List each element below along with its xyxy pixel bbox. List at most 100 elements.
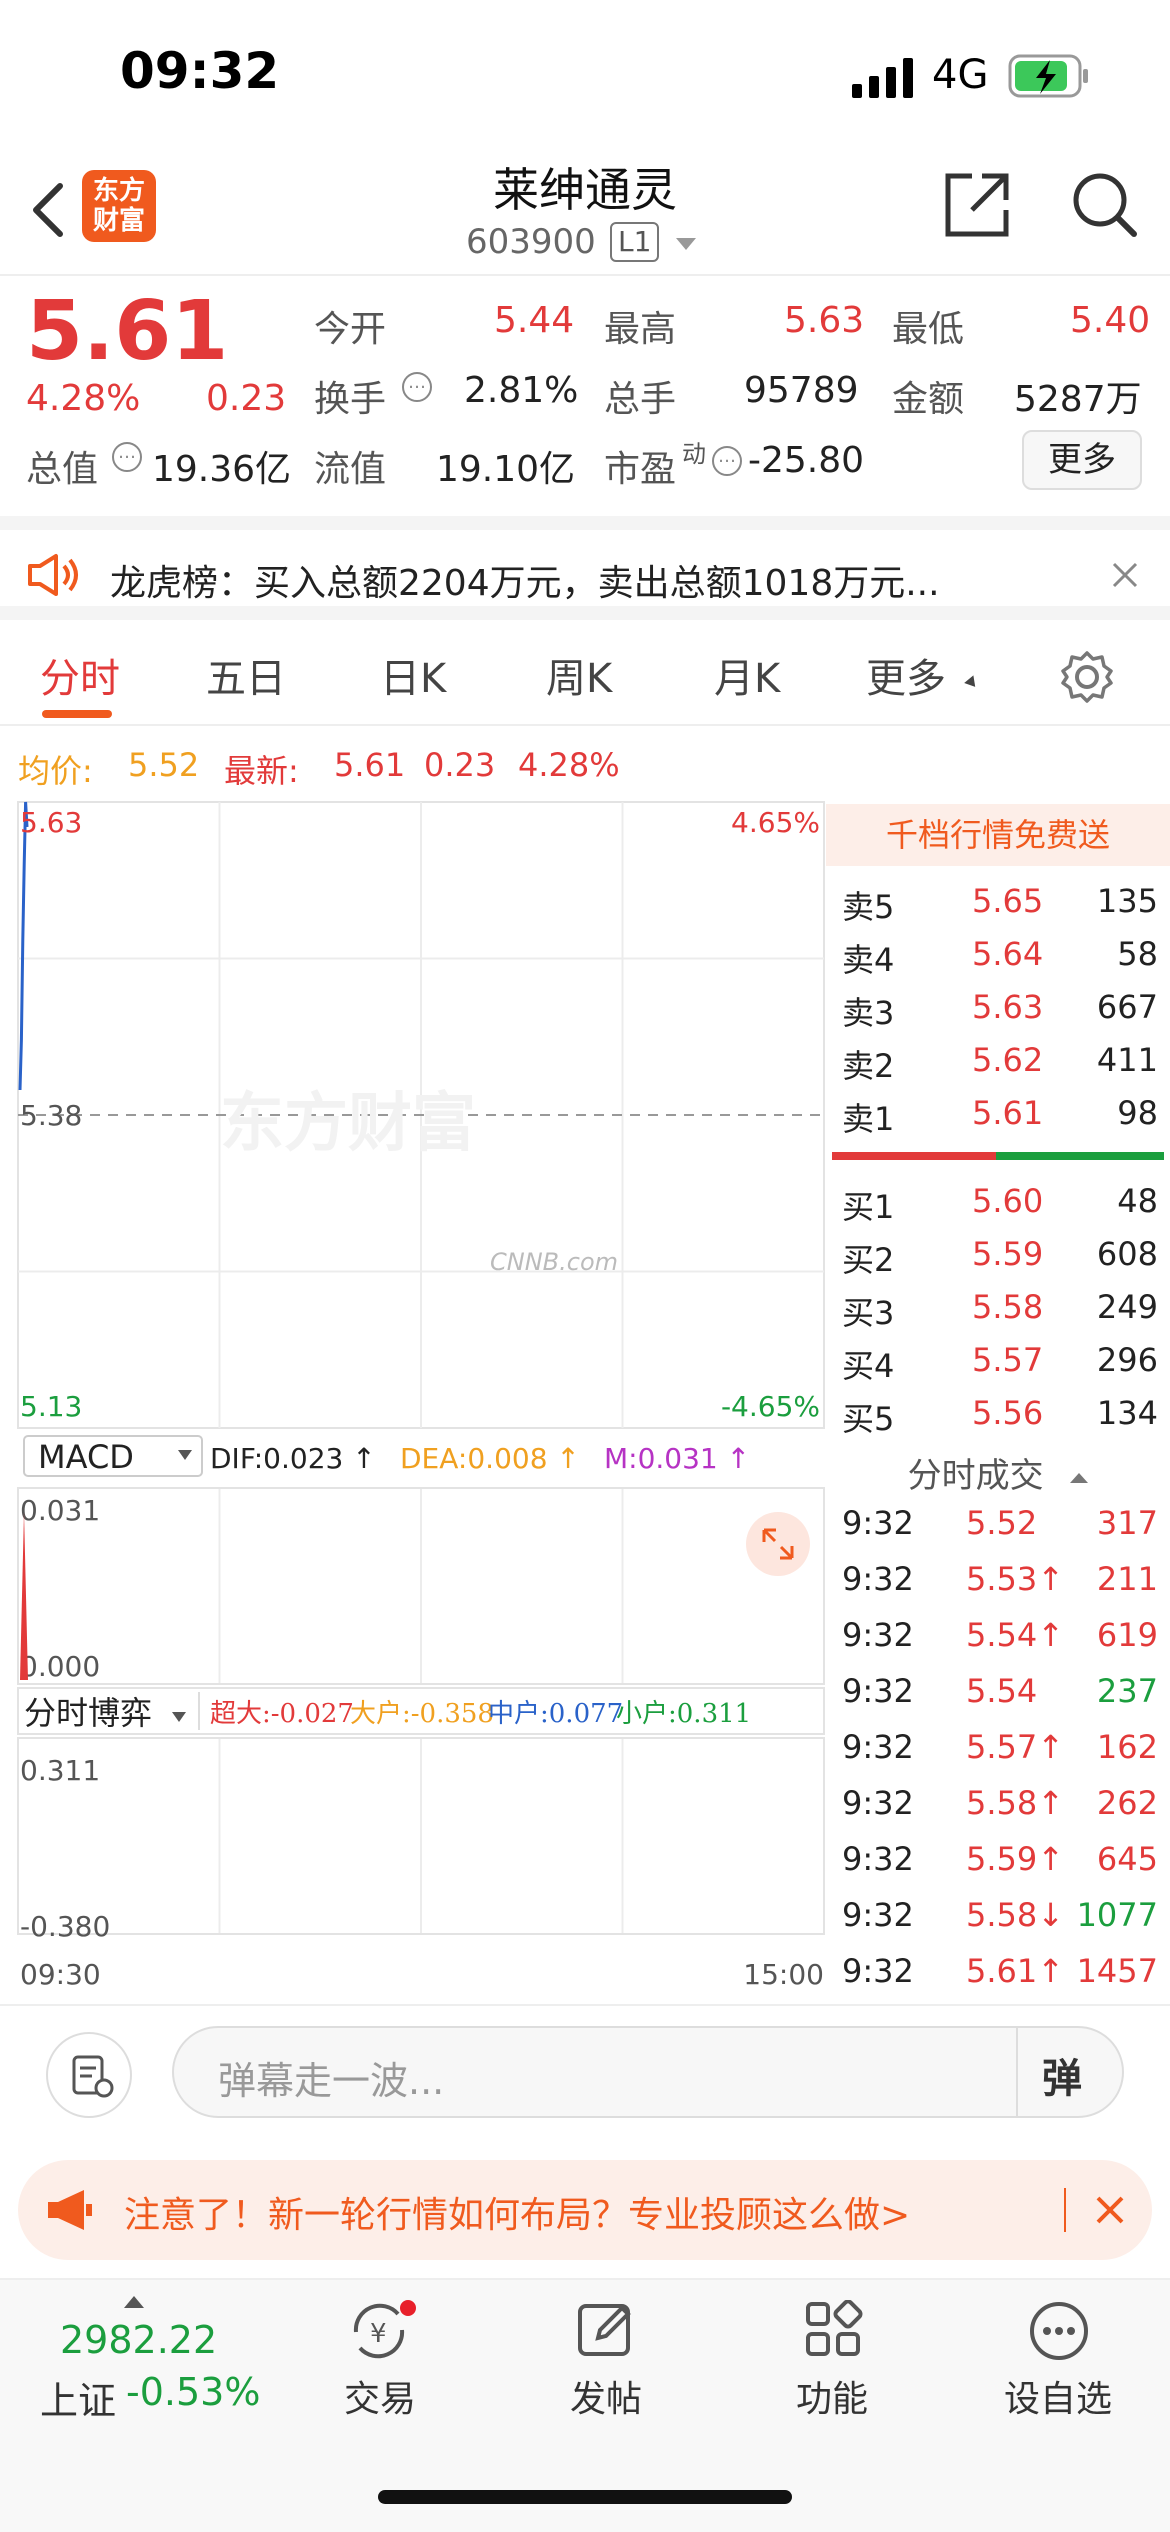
bid-volume: 134 [1096, 1394, 1158, 1432]
avg-value: 5.52 [128, 746, 200, 784]
bid-row: 买3 5.58 249 [826, 1288, 1170, 1340]
trade-time: 9:32 [842, 1896, 914, 1934]
trade-row: 9:32 5.59↑ 645 [826, 1840, 1170, 1896]
share-icon[interactable] [942, 170, 1012, 240]
flow-bottom-value: -0.380 [20, 1910, 110, 1943]
ask-price: 5.64 [972, 935, 1044, 973]
status-time: 09:32 [120, 42, 280, 100]
bid-level: 买2 [842, 1241, 895, 1279]
bid-volume: 608 [1096, 1235, 1158, 1273]
amount-label: 金额 [892, 379, 965, 420]
macd-bar [20, 1512, 28, 1680]
chart-area: 东方财富 CNNB.com 5.63 5.38 5.13 4.65% -4.65… [0, 800, 1170, 2000]
tab-five-day[interactable]: 五日 [206, 646, 286, 704]
ask-level: 卖3 [842, 994, 895, 1032]
trade-price: 5.61↑ [966, 1952, 1065, 1990]
tab-more-caret-icon [964, 675, 980, 691]
search-icon[interactable] [1070, 170, 1140, 240]
float-value: 19.10亿 [436, 449, 576, 490]
close-icon[interactable] [1096, 2196, 1124, 2224]
ask-row: 卖5 5.65 135 [826, 882, 1170, 934]
bid-row: 买5 5.56 134 [826, 1394, 1170, 1446]
tab-weekly-k[interactable]: 周K [546, 646, 612, 704]
level-dropdown-icon[interactable] [676, 238, 696, 250]
flow-small: 小户:0.311 [616, 1699, 751, 1729]
danmu-input[interactable]: 弹幕走一波... 弹 [172, 2026, 1124, 2118]
tab-monthly-k[interactable]: 月K [714, 646, 780, 704]
notes-button[interactable] [46, 2032, 132, 2118]
ask-level: 卖4 [842, 941, 895, 979]
flow-label[interactable]: 分时博弈 [24, 1694, 152, 1732]
trade-volume: 1457 [1076, 1952, 1158, 1990]
open-value: 5.44 [494, 300, 575, 341]
bid-level: 买4 [842, 1347, 895, 1385]
y-tick-mid: 5.38 [20, 1099, 82, 1132]
ask-row: 卖3 5.63 667 [826, 988, 1170, 1040]
latest-label: 最新: [224, 752, 299, 790]
signal-icon [852, 58, 913, 98]
ask-strength-bar [832, 1152, 996, 1160]
ad-banner[interactable]: 注意了！新一轮行情如何布局？专业投顾这么做> [18, 2160, 1152, 2260]
trade-price: 5.58↑ [966, 1784, 1065, 1822]
info-icon[interactable]: … [112, 442, 142, 472]
info-icon[interactable]: … [402, 372, 432, 402]
promo-banner[interactable]: 千档行情免费送 [826, 804, 1170, 866]
trade-volume: 317 [1096, 1504, 1158, 1542]
trades-title[interactable]: 分时成交 [826, 1448, 1170, 1497]
quote-panel: 5.61 4.28% 0.23 总值 … 19.36亿 今开 5.44 最高 5… [0, 278, 1170, 514]
comment-bar: 弹幕走一波... 弹 [0, 2004, 1170, 2134]
notice-text: 龙虎榜：买入总额2204万元，卖出总额1018万元... [110, 563, 940, 604]
trade-price: 5.57↑ [966, 1728, 1065, 1766]
intraday-chart[interactable]: 东方财富 CNNB.com 5.63 5.38 5.13 4.65% -4.65… [0, 800, 826, 2000]
trade-row: 9:32 5.52 317 [826, 1504, 1170, 1560]
trade-row: 9:32 5.53↑ 211 [826, 1560, 1170, 1616]
high-value: 5.63 [784, 300, 865, 341]
bid-level: 买3 [842, 1294, 895, 1332]
danmu-toggle-icon[interactable]: 弹 [1042, 2046, 1082, 2104]
low-label: 最低 [892, 309, 965, 350]
tab-daily-k[interactable]: 日K [380, 646, 446, 704]
float-label: 流值 [314, 449, 387, 490]
expand-button[interactable] [746, 1512, 810, 1576]
nav-trade-label: 交易 [343, 2379, 416, 2420]
trade-time: 9:32 [842, 1784, 914, 1822]
y-tick-right-top: 4.65% [731, 806, 820, 839]
low-value: 5.40 [1070, 300, 1151, 341]
status-bar: 09:32 4G [0, 0, 1170, 140]
info-icon[interactable]: … [712, 446, 742, 476]
change-percent: 4.28% [26, 378, 141, 419]
more-dots-icon [1030, 2302, 1088, 2360]
settings-gear-icon[interactable] [1060, 650, 1114, 704]
flow-divider [198, 1692, 200, 1730]
index-ticker[interactable]: 2982.22 上证 -0.53% [0, 2280, 270, 2430]
tab-more[interactable]: 更多 [866, 646, 946, 704]
battery-icon [1008, 54, 1088, 98]
latest-value: 5.61 [334, 746, 406, 784]
bid-price: 5.58 [972, 1288, 1044, 1326]
functions-grid-icon [806, 2300, 863, 2356]
ask-row: 卖1 5.61 98 [826, 1094, 1170, 1146]
trade-time: 9:32 [842, 1672, 914, 1710]
notice-bar[interactable]: 龙虎榜：买入总额2204万元，卖出总额1018万元... [0, 516, 1170, 620]
bid-row: 买2 5.59 608 [826, 1235, 1170, 1287]
svg-text:¥: ¥ [370, 2319, 387, 2349]
pe-value: -25.80 [748, 440, 865, 481]
macd-top-value: 0.031 [20, 1494, 100, 1527]
latest-change: 0.23 [424, 746, 496, 784]
trade-volume: 211 [1096, 1560, 1158, 1598]
tab-intraday[interactable]: 分时 [40, 646, 120, 704]
trade-row: 9:32 5.58↓ 1077 [826, 1896, 1170, 1952]
close-icon[interactable] [1112, 562, 1138, 588]
trade-volume: 645 [1096, 1840, 1158, 1878]
notes-icon [72, 2055, 114, 2098]
trade-time: 9:32 [842, 1840, 914, 1878]
level-badge[interactable]: L1 [610, 222, 660, 262]
more-button[interactable]: 更多 [1022, 430, 1142, 490]
mktcap-value: 19.36亿 [152, 449, 292, 490]
trade-price: 5.53↑ [966, 1560, 1065, 1598]
ask-volume: 135 [1096, 882, 1158, 920]
avg-label: 均价: [18, 752, 93, 790]
trade-volume: 1077 [1076, 1896, 1158, 1934]
price-line [18, 801, 29, 1091]
trade-row: 9:32 5.61↑ 1457 [826, 1952, 1170, 2008]
